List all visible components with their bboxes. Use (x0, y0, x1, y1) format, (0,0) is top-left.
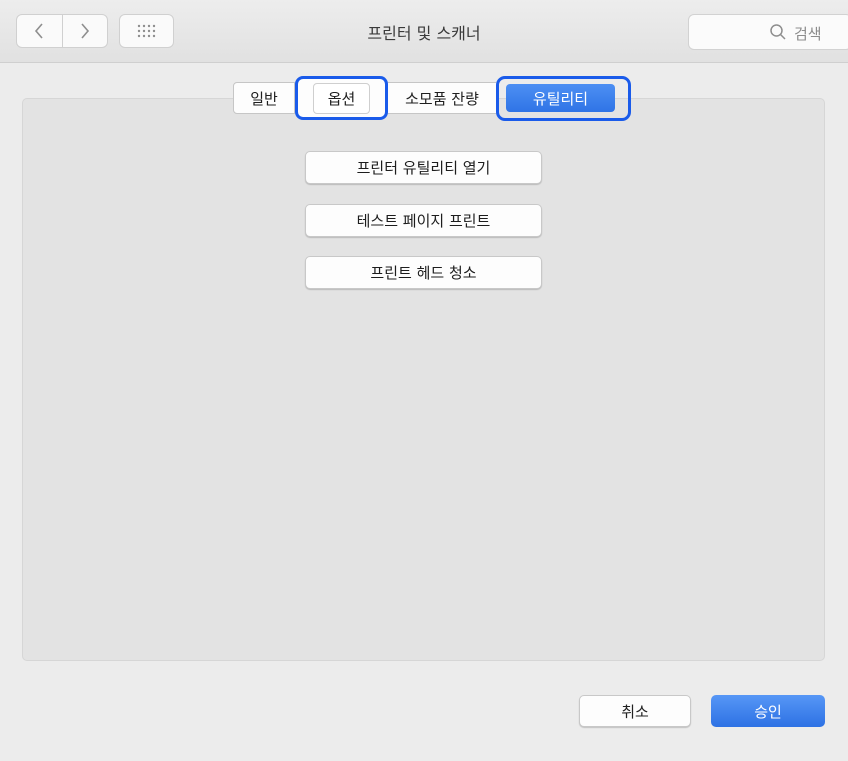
cancel-button[interactable]: 취소 (579, 695, 691, 727)
tab-label: 유틸리티 (532, 89, 589, 108)
tab-label: 옵션 (312, 82, 371, 114)
tab-supply-levels[interactable]: 소모품 잔량 (388, 82, 496, 114)
search-icon (770, 24, 786, 40)
print-test-page-button[interactable]: 테스트 페이지 프린트 (305, 204, 542, 237)
tab-label: 소모품 잔량 (405, 89, 479, 108)
open-printer-utility-button[interactable]: 프린터 유틸리티 열기 (305, 151, 542, 184)
button-label: 프린터 유틸리티 열기 (356, 159, 491, 177)
tab-options[interactable]: 옵션 (295, 76, 388, 120)
search-field[interactable]: 검색 (688, 14, 848, 50)
tab-label: 일반 (250, 89, 278, 108)
ok-button[interactable]: 승인 (711, 695, 825, 727)
window-toolbar: 프린터 및 스캐너 검색 (0, 0, 848, 63)
button-label: 취소 (621, 702, 649, 721)
button-label: 테스트 페이지 프린트 (356, 212, 491, 230)
tab-utility[interactable]: 유틸리티 (506, 84, 615, 112)
tab-general[interactable]: 일반 (233, 82, 295, 114)
clean-print-head-button[interactable]: 프린트 헤드 청소 (305, 256, 542, 289)
search-placeholder: 검색 (794, 25, 822, 43)
button-label: 승인 (754, 702, 782, 721)
button-label: 프린트 헤드 청소 (370, 264, 477, 282)
